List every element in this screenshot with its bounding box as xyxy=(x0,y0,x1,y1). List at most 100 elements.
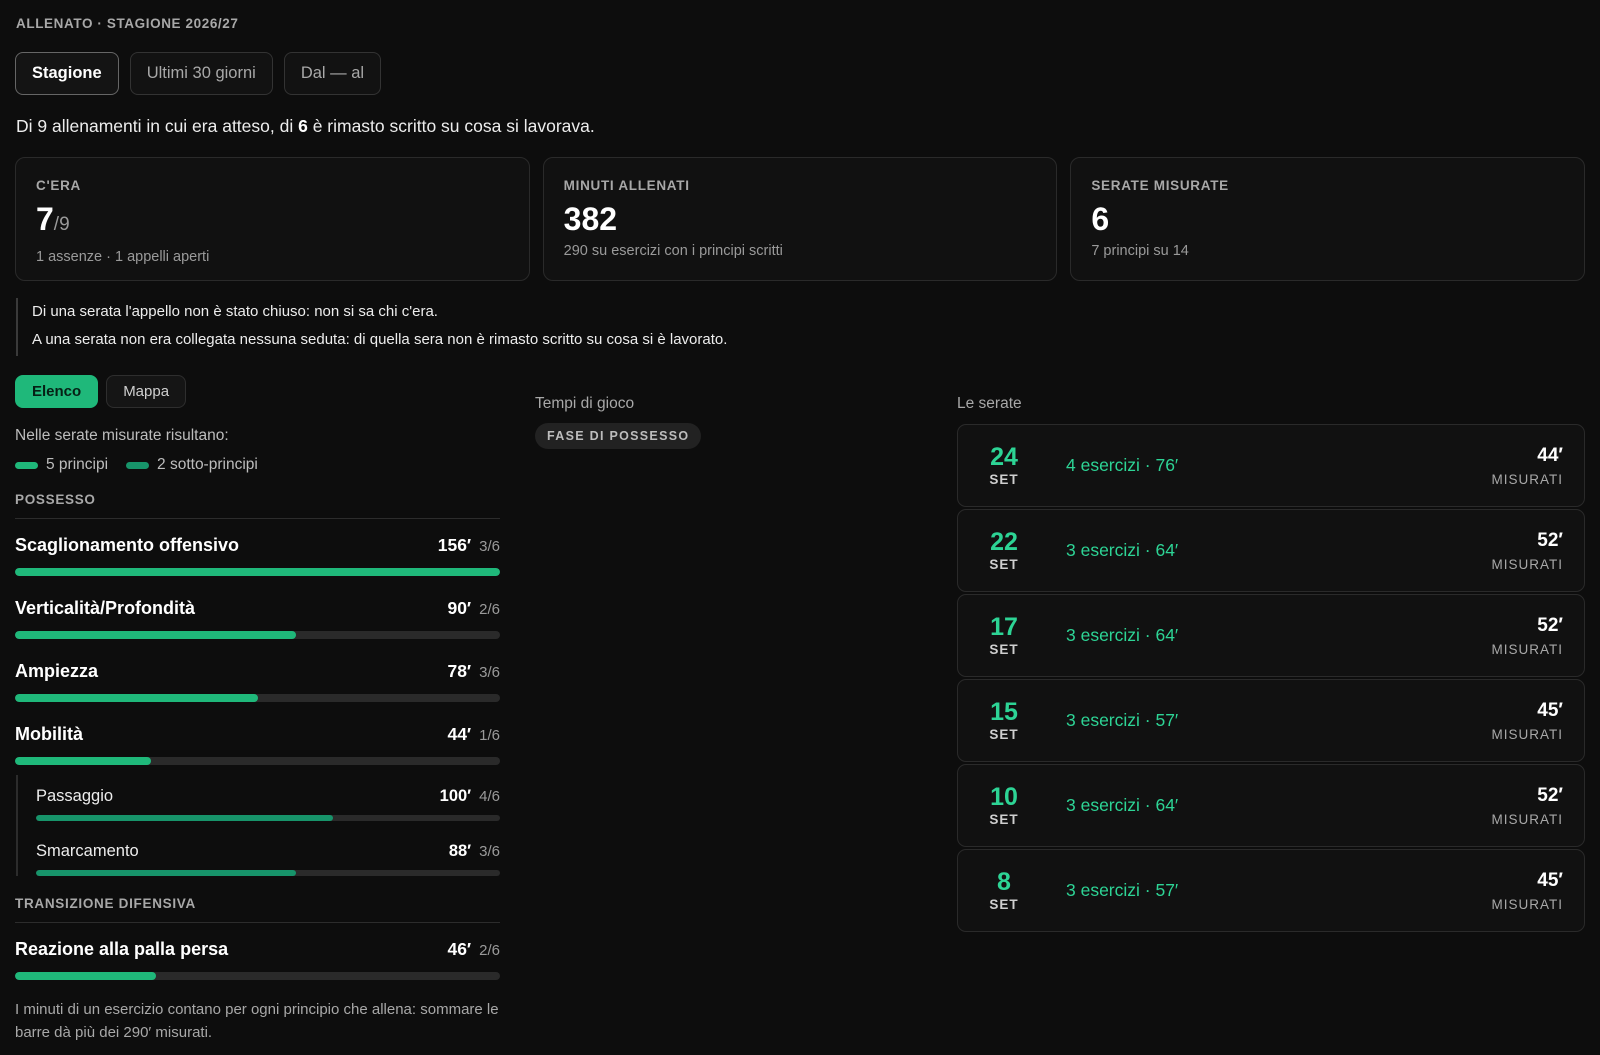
session-date: 17 SET xyxy=(978,614,1030,657)
session-card[interactable]: 22 SET 3 esercizi · 64′ 52′ MISURATI xyxy=(957,509,1585,592)
principle-name: Verticalità/Profondità xyxy=(15,598,196,618)
stat-card-value: 7/9 xyxy=(36,200,509,244)
stat-card-sub: 7 principi su 14 xyxy=(1091,243,1189,259)
principle-bar xyxy=(15,568,500,576)
stat-value-number: 7 xyxy=(36,201,54,237)
session-measured: 45′ MISURATI xyxy=(1492,700,1564,742)
principle-stats: 44′ 1/6 xyxy=(447,724,500,745)
principle-count: 4/6 xyxy=(479,788,500,805)
list-intro: Nelle serate misurate risultano: xyxy=(15,427,229,444)
principle-name: Passaggio xyxy=(36,787,114,805)
legend-swatch xyxy=(126,461,150,469)
legend-label: 5 principi xyxy=(46,456,109,473)
stat-card-label: MINUTI ALLENATI xyxy=(563,178,690,193)
sessions-title: Le serate xyxy=(957,395,1022,412)
session-card[interactable]: 15 SET 3 esercizi · 57′ 45′ MISURATI xyxy=(957,679,1585,762)
session-measured-label: MISURATI xyxy=(1491,556,1563,572)
playtime-panel: Tempi di gioco FASE DI POSSESSO xyxy=(535,395,915,449)
principle-header: Ampiezza 78′ 3/6 xyxy=(15,661,500,682)
list-footnote: I minuti di un esercizio contano per ogn… xyxy=(15,1001,499,1041)
principle-count: 3/6 xyxy=(479,664,500,681)
subprinciple-row[interactable]: Smarcamento 88′ 3/6 xyxy=(36,842,500,876)
session-measured-minutes: 52′ xyxy=(1537,784,1563,806)
session-card[interactable]: 8 SET 3 esercizi · 57′ 45′ MISURATI xyxy=(957,849,1585,932)
session-card[interactable]: 24 SET 4 esercizi · 76′ 44′ MISURATI xyxy=(957,424,1585,507)
session-exercises: 3 esercizi · 57′ xyxy=(1066,880,1179,900)
session-day: 22 xyxy=(990,528,1018,556)
tab-stagione[interactable]: Stagione xyxy=(15,52,119,95)
legend-item-subprinciples: 2 sotto-principi xyxy=(126,456,258,474)
principle-bar-fill xyxy=(15,568,500,576)
principle-name: Smarcamento xyxy=(36,842,139,860)
principle-minutes: 90′ xyxy=(447,598,472,618)
summary-text: Di 9 allenamenti in cui era atteso, di 6… xyxy=(16,116,595,137)
view-elenco-button[interactable]: Elenco xyxy=(15,375,99,408)
principle-bar-fill xyxy=(15,631,297,639)
session-measured: 52′ MISURATI xyxy=(1492,785,1564,827)
session-measured-label: MISURATI xyxy=(1491,811,1563,827)
principle-minutes: 44′ xyxy=(447,724,472,744)
note-line: A una serata non era collegata nessuna s… xyxy=(32,331,728,348)
principle-minutes: 100′ xyxy=(439,787,472,805)
session-measured-minutes: 52′ xyxy=(1537,529,1563,551)
principle-row[interactable]: Reazione alla palla persa 46′ 2/6 xyxy=(15,939,500,980)
principle-stats: 78′ 3/6 xyxy=(447,661,500,682)
principle-count: 3/6 xyxy=(479,538,500,555)
legend-label: 2 sotto-principi xyxy=(157,456,258,473)
stat-card-sub: 1 assenze · 1 appelli aperti xyxy=(36,249,210,265)
session-date: 22 SET xyxy=(978,529,1030,572)
legend: 5 principi 2 sotto-principi xyxy=(15,456,500,474)
subprinciple-row[interactable]: Passaggio 100′ 4/6 xyxy=(36,787,500,821)
principle-minutes: 78′ xyxy=(447,661,472,681)
principle-header: Passaggio 100′ 4/6 xyxy=(36,787,500,806)
stat-card-minuti: MINUTI ALLENATI 382 290 su esercizi con … xyxy=(542,157,1058,281)
session-date: 10 SET xyxy=(978,784,1030,827)
principle-minutes: 156′ xyxy=(437,535,472,555)
session-date: 8 SET xyxy=(978,869,1030,912)
subprinciple-group: Passaggio 100′ 4/6 Smarcamento 88′ 3/6 xyxy=(16,775,500,876)
principle-minutes: 88′ xyxy=(448,842,472,860)
principle-header: Smarcamento 88′ 3/6 xyxy=(36,842,500,861)
principle-header: Mobilità 44′ 1/6 xyxy=(15,724,500,745)
session-date: 15 SET xyxy=(978,699,1030,742)
session-card[interactable]: 17 SET 3 esercizi · 64′ 52′ MISURATI xyxy=(957,594,1585,677)
session-month: SET xyxy=(989,472,1019,487)
principle-count: 3/6 xyxy=(479,843,500,860)
principle-name: Reazione alla palla persa xyxy=(15,939,229,959)
principle-row[interactable]: Mobilità 44′ 1/6 xyxy=(15,724,500,765)
stat-value-fraction: /9 xyxy=(53,214,70,235)
session-month: SET xyxy=(989,557,1019,572)
playtime-title: Tempi di gioco xyxy=(535,395,635,412)
session-measured-minutes: 45′ xyxy=(1537,699,1563,721)
session-month: SET xyxy=(989,727,1019,742)
tab-dal-al[interactable]: Dal — al xyxy=(283,52,382,95)
principle-name: Mobilità xyxy=(15,724,83,744)
session-exercises: 3 esercizi · 64′ xyxy=(1066,795,1179,815)
principle-bar xyxy=(15,694,500,702)
session-measured-label: MISURATI xyxy=(1491,896,1563,912)
phase-chip[interactable]: FASE DI POSSESSO xyxy=(535,423,702,449)
session-exercises: 3 esercizi · 64′ xyxy=(1066,540,1179,560)
note-line: Di una serata l'appello non è stato chiu… xyxy=(32,303,438,320)
session-day: 10 xyxy=(990,783,1018,811)
view-mappa-button[interactable]: Mappa xyxy=(106,375,187,408)
principle-bar-fill xyxy=(36,815,333,821)
tab-ultimi-30-giorni[interactable]: Ultimi 30 giorni xyxy=(129,52,273,95)
stat-card-label: SERATE MISURATE xyxy=(1091,178,1229,193)
principle-minutes: 46′ xyxy=(447,939,472,959)
principle-row[interactable]: Verticalità/Profondità 90′ 2/6 xyxy=(15,598,500,639)
session-measured-label: MISURATI xyxy=(1491,641,1563,657)
session-exercises: 4 esercizi · 76′ xyxy=(1066,455,1179,475)
principle-header: Reazione alla palla persa 46′ 2/6 xyxy=(15,939,500,960)
principle-row[interactable]: Ampiezza 78′ 3/6 xyxy=(15,661,500,702)
session-card[interactable]: 10 SET 3 esercizi · 64′ 52′ MISURATI xyxy=(957,764,1585,847)
session-day: 24 xyxy=(990,443,1018,471)
view-toggle: Elenco Mappa xyxy=(15,375,187,408)
session-month: SET xyxy=(989,812,1019,827)
principle-stats: 156′ 3/6 xyxy=(438,535,500,556)
session-month: SET xyxy=(989,642,1019,657)
principle-bar xyxy=(15,972,500,980)
principle-bar xyxy=(15,631,500,639)
session-date: 24 SET xyxy=(978,444,1030,487)
principle-row[interactable]: Scaglionamento offensivo 156′ 3/6 xyxy=(15,535,500,576)
